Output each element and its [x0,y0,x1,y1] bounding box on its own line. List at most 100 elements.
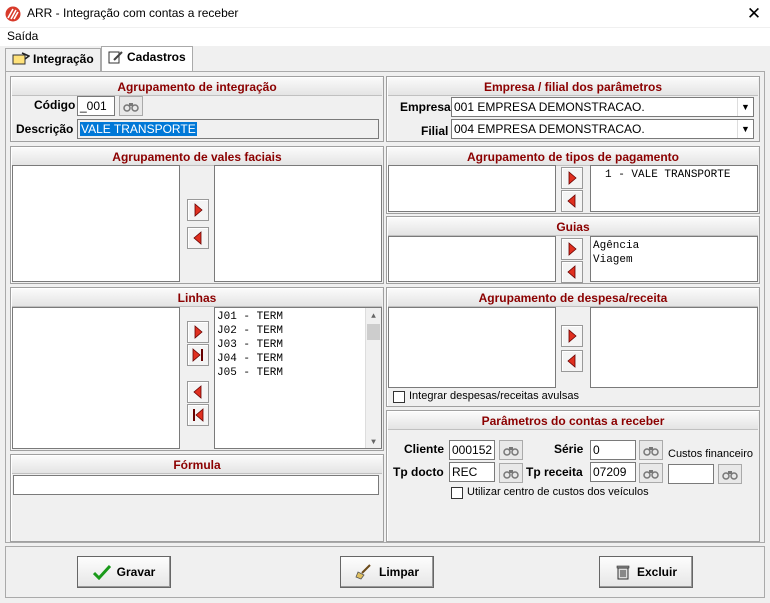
tp-docto-label: Tp docto [393,465,444,479]
arrow-right-icon [194,325,203,339]
cliente-field[interactable]: 000152 [449,440,495,460]
binoculars-icon [503,470,519,479]
remove-button[interactable] [187,227,209,249]
add-button[interactable] [187,199,209,221]
tp-docto-search-button[interactable] [499,463,523,483]
list-item[interactable]: J01 - TERM [217,310,381,324]
descricao-value: VALE TRANSPORTE [80,122,197,136]
limpar-button[interactable]: Limpar [340,556,434,588]
panel-header: Agrupamento de tipos de pagamento [388,148,758,166]
menu-bar [0,28,770,46]
guias-available-list[interactable] [388,236,556,282]
panel-header: Agrupamento de integração [12,78,382,96]
panel-header: Agrupamento de despesa/receita [388,289,758,307]
serie-label: Série [554,442,584,456]
window-title: ARR - Integração com contas a receber [27,6,239,20]
codigo-field[interactable]: _001 [77,96,115,116]
serie-field[interactable]: 0 [590,440,636,460]
add-button[interactable] [187,321,209,343]
tp-receita-search-button[interactable] [639,463,663,483]
scroll-thumb[interactable] [367,324,380,340]
empresa-label: Empresa [400,100,451,114]
integration-icon [12,52,31,65]
list-item[interactable]: J04 - TERM [217,352,381,366]
add-button[interactable] [561,167,583,189]
close-icon[interactable]: ✕ [738,0,770,28]
list-item[interactable]: J02 - TERM [217,324,381,338]
panel-header: Empresa / filial dos parâmetros [388,78,758,96]
trash-icon [616,565,630,580]
linhas-selected-list[interactable]: J01 - TERM J02 - TERM J03 - TERM J04 - T… [214,307,382,449]
list-item[interactable]: Viagem [593,253,757,267]
filial-value: 004 EMPRESA DEMONSTRACAO. [454,122,645,136]
add-button[interactable] [561,325,583,347]
tab-integracao[interactable]: Integração [5,48,101,71]
serie-search-button[interactable] [639,440,663,460]
list-item[interactable]: Agência [593,239,757,253]
guias-selected-list[interactable]: Agência Viagem [590,236,758,282]
limpar-label: Limpar [378,565,419,579]
centro-custos-checkbox[interactable] [451,487,463,499]
binoculars-icon [503,447,519,456]
panel-header: Guias [388,218,758,236]
arrow-left-icon [567,265,576,279]
empresa-select[interactable]: 001 EMPRESA DEMONSTRACAO. ▼ [451,97,754,117]
tab-cadastros[interactable]: Cadastros [101,46,193,72]
panel-header: Agrupamento de vales faciais [12,148,382,166]
filial-select[interactable]: 004 EMPRESA DEMONSTRACAO. ▼ [451,119,754,139]
remove-button[interactable] [561,190,583,212]
arrow-left-icon [193,231,202,245]
arrow-right-icon [194,203,203,217]
arrow-left-icon [567,354,576,368]
panel-header: Parâmetros do contas a receber [388,412,758,430]
remove-button[interactable] [187,381,209,403]
scroll-up-icon[interactable]: ▲ [368,310,379,321]
linhas-available-list[interactable] [12,307,180,449]
gravar-button[interactable]: Gravar [77,556,171,588]
remove-button[interactable] [561,261,583,283]
add-button[interactable] [561,238,583,260]
custos-label: Custos financeiro [668,448,753,460]
arrow-right-icon [568,242,577,256]
vales-faciais-available-list[interactable] [12,165,180,282]
despesa-selected-list[interactable] [590,307,758,388]
codigo-label: Código [34,98,76,112]
app-logo-icon [5,6,21,22]
binoculars-icon [643,470,659,479]
add-all-button[interactable] [187,344,209,366]
custos-field[interactable] [668,464,714,484]
arrow-right-icon [568,171,577,185]
tp-receita-field[interactable]: 07209 [590,462,636,482]
arrow-left-icon [567,194,576,208]
tipos-pagamento-available-list[interactable] [388,165,556,212]
chevron-down-icon[interactable]: ▼ [737,98,753,116]
descricao-field[interactable]: VALE TRANSPORTE [77,119,379,139]
excluir-button[interactable]: Excluir [599,556,693,588]
scroll-down-icon[interactable]: ▼ [368,436,379,447]
tipos-pagamento-selected-list[interactable]: 1 - VALE TRANSPORTE [590,165,758,212]
filial-label: Filial [421,124,449,138]
excluir-label: Excluir [636,565,678,579]
formula-field[interactable] [13,475,379,495]
gravar-label: Gravar [116,565,156,579]
list-item[interactable]: 1 - VALE TRANSPORTE [605,168,757,182]
remove-all-button[interactable] [187,404,209,426]
chevron-down-icon[interactable]: ▼ [737,120,753,138]
remove-button[interactable] [561,350,583,372]
integrar-avulsas-checkbox[interactable] [393,391,405,403]
scrollbar[interactable]: ▲ ▼ [365,308,381,448]
tp-receita-label: Tp receita [526,465,583,479]
list-item[interactable]: J05 - TERM [217,366,381,380]
arrow-right-icon [568,329,577,343]
vales-faciais-selected-list[interactable] [214,165,382,282]
tp-docto-field[interactable]: REC [449,462,495,482]
despesa-available-list[interactable] [388,307,556,388]
menu-saida[interactable]: Saída [7,29,38,43]
cliente-search-button[interactable] [499,440,523,460]
list-item[interactable]: J03 - TERM [217,338,381,352]
codigo-search-button[interactable] [119,96,143,116]
custos-search-button[interactable] [718,464,742,484]
tab-label: Cadastros [127,50,186,64]
descricao-label: Descrição [16,122,74,136]
empresa-value: 001 EMPRESA DEMONSTRACAO. [454,100,645,114]
